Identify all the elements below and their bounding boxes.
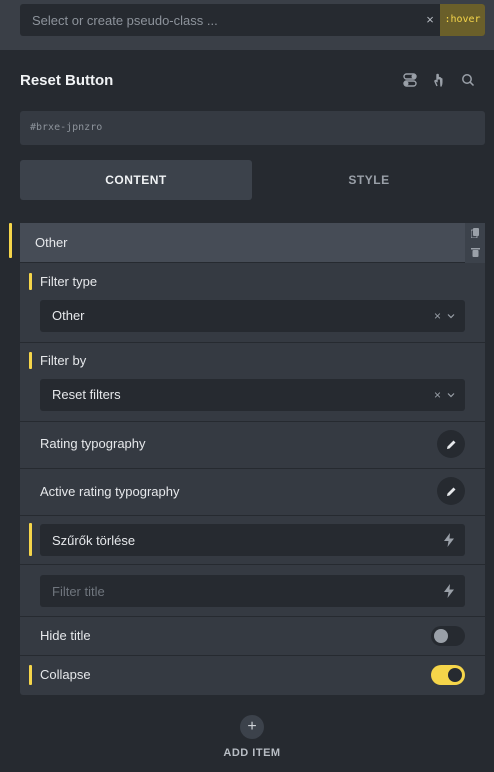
toggle-icon[interactable] (402, 72, 418, 88)
chevron-down-icon (447, 393, 455, 398)
divider (20, 421, 485, 422)
filter-title-input[interactable] (40, 575, 430, 607)
hide-title-toggle[interactable] (431, 626, 465, 646)
chevron-down-icon (447, 314, 455, 319)
pointer-icon[interactable] (431, 72, 447, 88)
pencil-icon (446, 487, 455, 496)
trash-icon[interactable] (471, 247, 480, 257)
rating-typography-label: Rating typography (40, 436, 146, 451)
active-rating-typography-label: Active rating typography (40, 484, 180, 499)
item-actions (465, 223, 485, 263)
divider (20, 515, 485, 516)
tab-content[interactable]: CONTENT (20, 160, 252, 200)
divider (20, 468, 485, 469)
filter-type-label: Filter type (40, 274, 98, 289)
clear-pseudo-class-button[interactable]: × (420, 4, 440, 36)
pencil-icon (446, 440, 455, 449)
collapse-toggle[interactable] (431, 665, 465, 685)
filter-type-value: Other (52, 308, 85, 323)
filter-title-field[interactable] (40, 575, 465, 607)
pseudo-class-input[interactable] (20, 4, 420, 36)
button-text-input[interactable] (40, 524, 430, 556)
divider (20, 616, 485, 617)
divider (20, 655, 485, 656)
search-icon[interactable] (460, 72, 476, 88)
repeater-item: Other Filter type Other × Filter by Rese… (20, 223, 485, 695)
edit-rating-typography-button[interactable] (437, 430, 465, 458)
toggle-knob (448, 668, 462, 682)
add-item-label[interactable]: ADD ITEM (0, 747, 494, 759)
pseudo-class-selector[interactable]: × :hover (20, 4, 485, 36)
button-text-field[interactable] (40, 524, 465, 556)
divider (20, 342, 485, 343)
repeater-item-title: Other (35, 235, 68, 250)
dynamic-data-icon[interactable] (443, 533, 455, 547)
edit-active-rating-typography-button[interactable] (437, 477, 465, 505)
toggle-knob (434, 629, 448, 643)
active-pseudo-class-badge[interactable]: :hover (440, 4, 485, 36)
hide-title-label: Hide title (40, 628, 91, 643)
panel-header-actions (402, 72, 476, 88)
panel-title: Reset Button (20, 72, 114, 89)
filter-by-accent (29, 352, 32, 369)
collapse-label: Collapse (40, 667, 91, 682)
collapse-accent (29, 665, 32, 685)
add-item-button[interactable]: + (240, 715, 264, 739)
button-text-accent (29, 523, 32, 556)
pseudo-class-bar: × :hover (0, 0, 494, 50)
filter-type-accent (29, 273, 32, 290)
tab-style[interactable]: STYLE (253, 160, 485, 200)
clear-filter-by-button[interactable]: × (434, 379, 441, 411)
filter-by-select[interactable]: Reset filters × (40, 379, 465, 411)
clear-filter-type-button[interactable]: × (434, 300, 441, 332)
duplicate-icon[interactable] (470, 228, 480, 239)
element-id-field[interactable]: #brxe-jpnzro (20, 111, 485, 145)
filter-by-value: Reset filters (52, 387, 121, 402)
dynamic-data-icon[interactable] (443, 584, 455, 598)
divider (20, 564, 485, 565)
filter-type-select[interactable]: Other × (40, 300, 465, 332)
item-accent-marker (9, 223, 12, 258)
repeater-item-header[interactable]: Other (20, 223, 485, 263)
filter-by-label: Filter by (40, 353, 87, 368)
